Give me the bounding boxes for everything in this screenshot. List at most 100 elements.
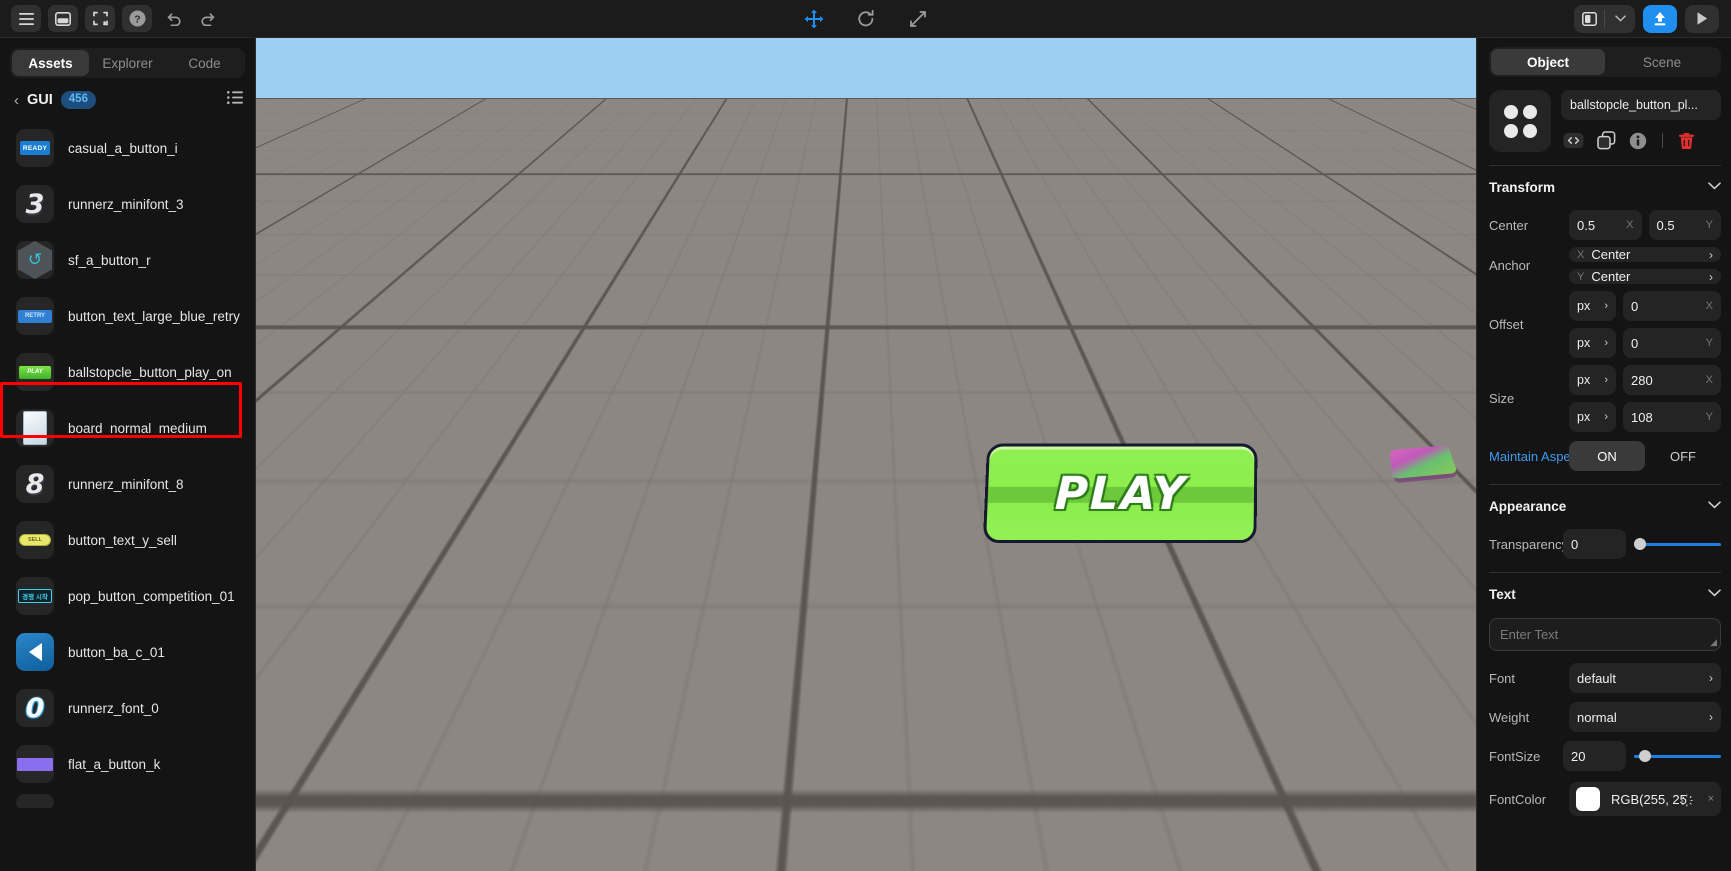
fullscreen-icon[interactable]: [85, 5, 115, 32]
fontcolor-select[interactable]: RGB(255, 25҉ ×: [1569, 782, 1721, 816]
appearance-section-header[interactable]: Appearance: [1489, 490, 1721, 522]
size-x-unit-select[interactable]: px ›: [1569, 365, 1616, 395]
resize-grip-icon[interactable]: ◢: [1710, 637, 1717, 648]
clear-color-icon[interactable]: ×: [1708, 793, 1714, 805]
layout-toggle-icon[interactable]: [1574, 5, 1604, 33]
list-item[interactable]: RETRY button_text_large_blue_retry: [0, 288, 255, 344]
breadcrumb: ‹ GUI 456: [0, 78, 255, 120]
panel-icon[interactable]: [48, 5, 78, 32]
color-swatch[interactable]: [1576, 787, 1600, 811]
delete-icon[interactable]: [1678, 132, 1695, 150]
offset-y-unit-select[interactable]: px ›: [1569, 328, 1616, 358]
anchor-x-select[interactable]: X Center ›: [1569, 247, 1721, 262]
list-item-selected[interactable]: PLAY ballstopcle_button_play_on: [0, 344, 255, 400]
chevron-down-icon[interactable]: [1605, 5, 1635, 33]
list-item[interactable]: [0, 792, 255, 812]
center-x-input[interactable]: 0.5 X: [1569, 210, 1642, 240]
tab-scene[interactable]: Scene: [1605, 49, 1719, 75]
list-item[interactable]: READY casual_a_button_i: [0, 120, 255, 176]
size-label: Size: [1489, 391, 1515, 406]
tab-object[interactable]: Object: [1491, 49, 1605, 75]
chevron-right-icon: ›: [1709, 671, 1713, 685]
help-icon[interactable]: ?: [122, 5, 152, 32]
menu-icon[interactable]: [11, 5, 41, 32]
weight-label: Weight: [1489, 709, 1530, 725]
list-item[interactable]: 경쟁 시작 pop_button_competition_01: [0, 568, 255, 624]
center-x-axis-label: X: [1626, 219, 1634, 231]
transparency-input[interactable]: 0: [1563, 529, 1626, 559]
anchor-label: Anchor: [1489, 258, 1531, 273]
center-y-value: 0.5: [1656, 217, 1675, 233]
center-label: Center: [1489, 217, 1529, 233]
list-item[interactable]: SELL button_text_y_sell: [0, 512, 255, 568]
asset-thumbnail: SELL: [16, 521, 54, 559]
list-item[interactable]: 8 runnerz_minifont_8: [0, 456, 255, 512]
publish-button[interactable]: [1643, 4, 1677, 33]
asset-label: runnerz_minifont_8: [68, 476, 184, 492]
toolbar-tools-group: [0, 0, 1731, 38]
duplicate-icon[interactable]: [1597, 131, 1616, 150]
list-item[interactable]: board_normal_medium: [0, 400, 255, 456]
redo-button[interactable]: [194, 5, 222, 32]
size-y-unit-select[interactable]: px ›: [1569, 402, 1616, 432]
font-select[interactable]: default ›: [1569, 663, 1721, 693]
maintain-aspect-off[interactable]: OFF: [1645, 441, 1721, 471]
inspector-panel: Object Scene ballstopcle_button_pl... Tr…: [1476, 38, 1731, 871]
transparency-slider[interactable]: [1634, 529, 1721, 559]
chevron-down-icon[interactable]: [1708, 500, 1721, 512]
info-icon[interactable]: [1629, 132, 1647, 150]
chevron-right-icon: ›: [1709, 247, 1713, 262]
object-name-field[interactable]: ballstopcle_button_pl...: [1561, 90, 1721, 120]
list-item[interactable]: ↺ sf_a_button_r: [0, 232, 255, 288]
breadcrumb-back-button[interactable]: ‹: [14, 93, 19, 108]
weight-select[interactable]: normal ›: [1569, 702, 1721, 732]
asset-list[interactable]: READY casual_a_button_i 3 runnerz_minifo…: [0, 120, 255, 871]
list-item[interactable]: 3 runnerz_minifont_3: [0, 176, 255, 232]
tab-assets[interactable]: Assets: [12, 50, 89, 76]
chevron-down-icon[interactable]: [1708, 181, 1721, 193]
text-section-header[interactable]: Text: [1489, 578, 1721, 610]
chevron-down-icon[interactable]: [1708, 588, 1721, 600]
text-title: Text: [1489, 586, 1516, 602]
scale-tool-icon[interactable]: [904, 5, 932, 33]
fontsize-row: FontSize 20: [1489, 741, 1721, 771]
play-button-object[interactable]: PLAY: [982, 443, 1258, 544]
list-item[interactable]: button_ba_c_01: [0, 624, 255, 680]
asset-thumbnail: ↺: [16, 241, 54, 279]
top-toolbar: ?: [0, 0, 1731, 38]
size-row: Size px › 280 X px › 108 Y: [1489, 365, 1721, 432]
run-button[interactable]: [1685, 4, 1719, 33]
size-x-input[interactable]: 280 X: [1623, 365, 1721, 395]
size-y-input[interactable]: 108 Y: [1623, 402, 1721, 432]
rotate-tool-icon[interactable]: [852, 5, 880, 33]
offset-y-axis-label: Y: [1705, 337, 1713, 349]
fontsize-slider[interactable]: [1634, 741, 1721, 771]
editor-body: Assets Explorer Code ‹ GUI 456 READY cas…: [0, 38, 1731, 871]
tab-code[interactable]: Code: [166, 50, 243, 76]
fontsize-label: FontSize: [1489, 748, 1541, 764]
size-y-unit-value: px: [1577, 410, 1591, 424]
3d-viewport[interactable]: PLAY X Y Z: [256, 38, 1476, 871]
move-tool-icon[interactable]: [800, 5, 828, 33]
list-item[interactable]: flat_a_button_k: [0, 736, 255, 792]
offset-y-input[interactable]: 0 Y: [1623, 328, 1721, 358]
anchor-x-axis-label: X: [1577, 248, 1585, 261]
undo-button[interactable]: [159, 5, 187, 32]
text-input[interactable]: Enter Text ◢: [1489, 618, 1721, 651]
anchor-row: Anchor X Center › Y Center ›: [1489, 247, 1721, 284]
text-input-placeholder: Enter Text: [1500, 627, 1559, 642]
list-item[interactable]: 0 runnerz_font_0: [0, 680, 255, 736]
offset-x-unit-select[interactable]: px ›: [1569, 291, 1616, 321]
tab-explorer[interactable]: Explorer: [89, 50, 166, 76]
list-view-icon[interactable]: [227, 91, 243, 109]
offset-x-input[interactable]: 0 X: [1623, 291, 1721, 321]
object-actions: [1561, 131, 1721, 150]
code-icon[interactable]: [1563, 131, 1584, 150]
center-y-input[interactable]: 0.5 Y: [1648, 210, 1721, 240]
maintain-aspect-on[interactable]: ON: [1569, 441, 1645, 471]
font-row: Font default ›: [1489, 663, 1721, 693]
anchor-y-select[interactable]: Y Center ›: [1569, 269, 1721, 284]
transform-section-header[interactable]: Transform: [1489, 171, 1721, 203]
fontsize-input[interactable]: 20: [1563, 741, 1626, 771]
chevron-right-icon: ›: [1709, 710, 1713, 724]
